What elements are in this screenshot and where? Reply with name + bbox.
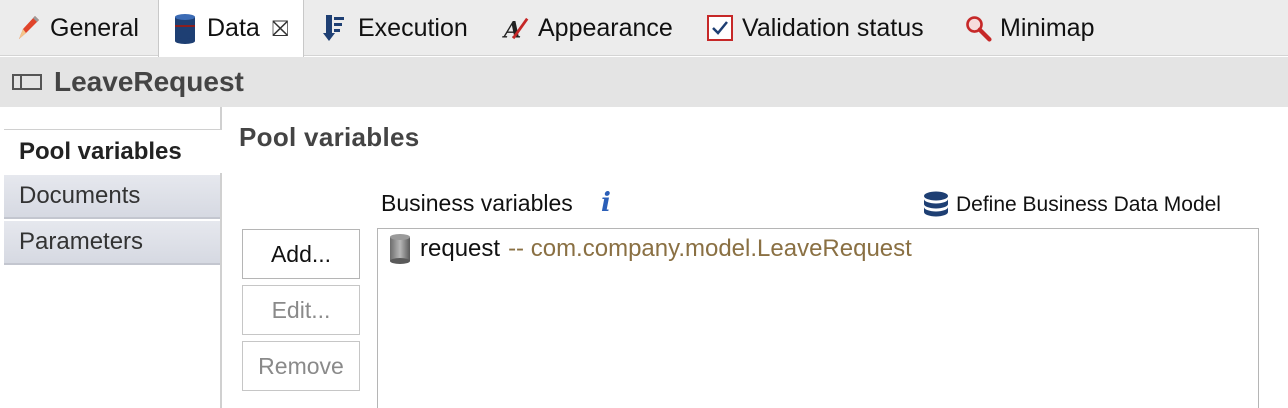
database-icon (922, 190, 950, 220)
tab-validation-status-label: Validation status (742, 13, 924, 42)
variable-name: request (420, 235, 501, 262)
tab-appearance[interactable]: A Appearance (502, 0, 673, 56)
tab-appearance-label: Appearance (538, 13, 673, 42)
add-button[interactable]: Add... (242, 229, 360, 279)
pencil-icon (14, 13, 42, 43)
variable-cylinder-icon (388, 232, 412, 266)
define-business-data-model-label: Define Business Data Model (956, 193, 1221, 216)
info-icon[interactable]: i (601, 188, 611, 218)
checkbox-icon (706, 13, 734, 43)
variable-type: -- com.company.model.LeaveRequest (508, 235, 912, 262)
sidetab-pool-variables[interactable]: Pool variables (4, 129, 222, 173)
tab-execution[interactable]: Execution (322, 0, 468, 56)
tab-validation-status[interactable]: Validation status (706, 0, 924, 56)
appearance-icon: A (502, 13, 530, 43)
tab-general-label: General (50, 13, 139, 42)
magnifier-icon (964, 13, 992, 43)
tab-close-icon[interactable]: ⛝ (272, 16, 289, 42)
properties-tab-bar: General Data ⛝ Execution A Appearance Va… (0, 0, 1288, 57)
pool-title-bar: LeaveRequest (0, 57, 1288, 107)
business-variables-list[interactable]: request -- com.company.model.LeaveReques… (377, 228, 1259, 408)
remove-button[interactable]: Remove (242, 341, 360, 391)
execution-icon (322, 13, 350, 43)
define-business-data-model-link[interactable]: Define Business Data Model (922, 190, 1221, 220)
tab-execution-label: Execution (358, 13, 468, 42)
sidetab-parameters-label: Parameters (19, 228, 144, 255)
data-properties-view: General Data ⛝ Execution A Appearance Va… (0, 0, 1288, 408)
tab-minimap[interactable]: Minimap (964, 0, 1094, 56)
tab-minimap-label: Minimap (1000, 13, 1095, 42)
sidetab-pool-variables-label: Pool variables (19, 137, 182, 165)
tab-general[interactable]: General (14, 0, 139, 56)
list-item[interactable]: request -- com.company.model.LeaveReques… (388, 231, 912, 267)
sidetab-documents[interactable]: Documents (4, 175, 220, 219)
pool-icon (12, 74, 42, 90)
tab-data-label: Data (207, 14, 260, 42)
sidetab-documents-label: Documents (19, 182, 141, 209)
business-variables-label: Business variables (381, 190, 573, 216)
section-title: Pool variables (239, 122, 420, 152)
tab-data[interactable]: Data ⛝ (158, 0, 304, 57)
sidetab-parameters[interactable]: Parameters (4, 221, 220, 265)
data-cylinder-icon (171, 13, 199, 44)
pool-title: LeaveRequest (54, 66, 244, 97)
side-tab-list: Pool variables Documents Parameters (0, 107, 222, 408)
edit-button[interactable]: Edit... (242, 285, 360, 335)
